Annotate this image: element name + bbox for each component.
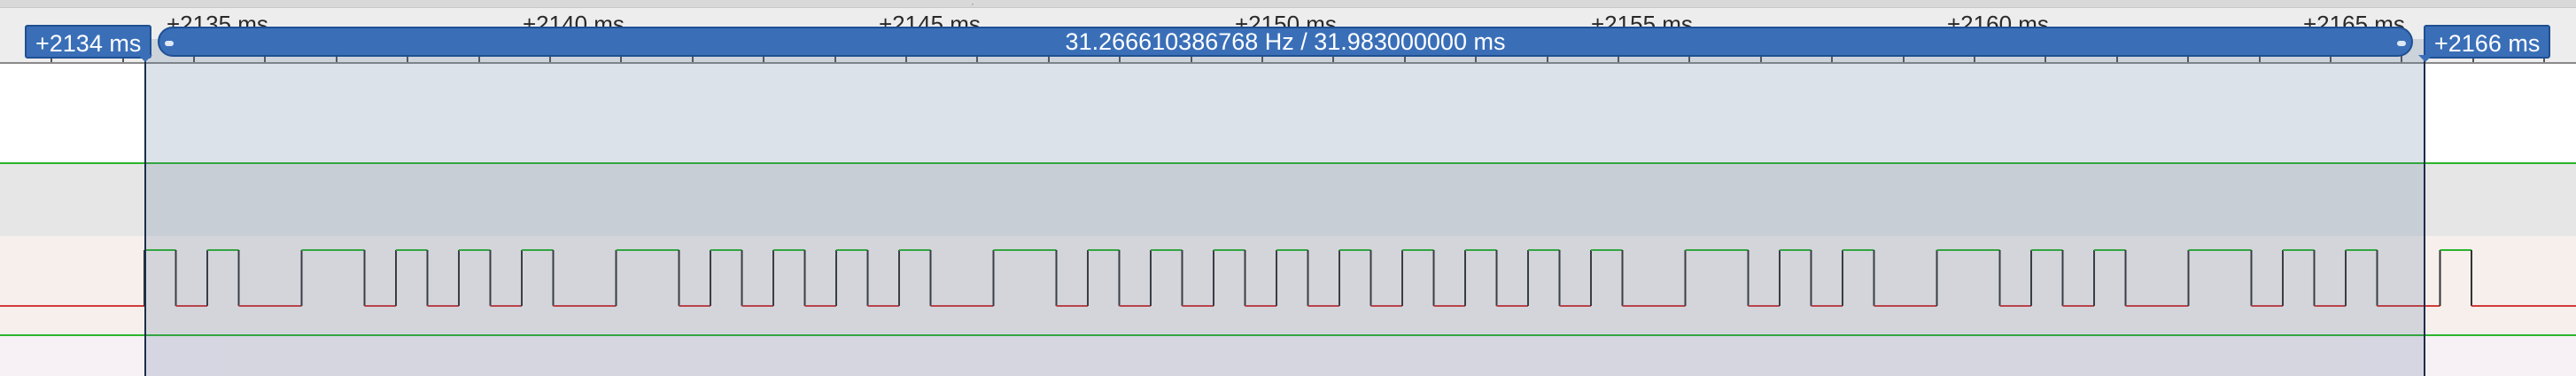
cursor-left-flag[interactable]: +2134 ms [25,25,152,59]
cursor-right-line[interactable] [2424,55,2425,376]
measurement-bar-right-cap [2397,41,2406,46]
time-selection-region[interactable] [144,39,2425,376]
measurement-text: 31.266610386768 Hz / 31.983000000 ms [1065,28,1506,55]
cursor-left-line[interactable] [144,55,146,376]
logic-analyzer-view[interactable]: · +2135 ms +2140 ms +2145 ms +2150 ms +2155 … [0,0,2576,376]
frequency-measurement-bar[interactable]: 31.266610386768 Hz / 31.983000000 ms [158,27,2413,57]
cursor-right-flag-tail [2418,55,2432,62]
cursor-left-flag-tail [138,55,152,62]
measurement-bar-left-cap [165,41,174,46]
cursor-right-flag[interactable]: +2166 ms [2424,25,2551,59]
